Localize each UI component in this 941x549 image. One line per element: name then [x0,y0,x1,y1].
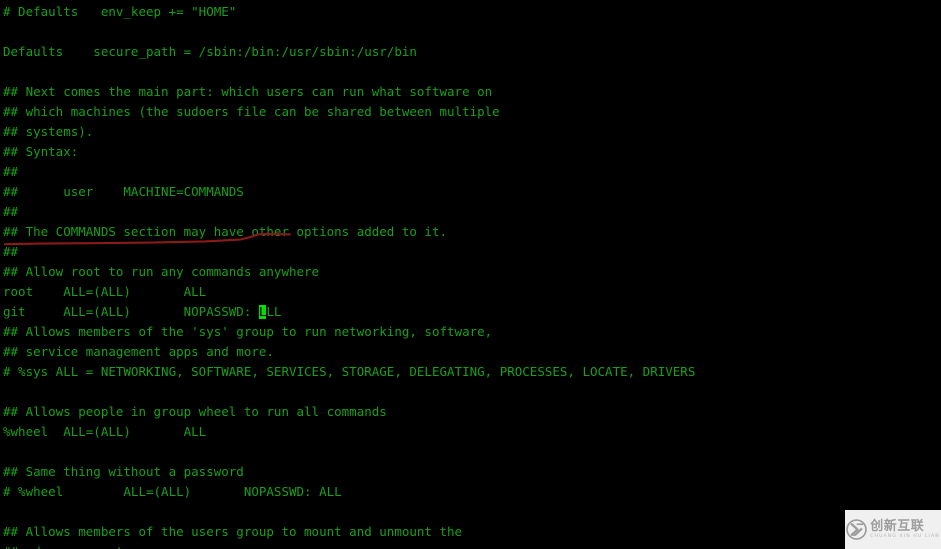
terminal-line: ## [3,244,19,259]
terminal-line: ## Allow root to run any commands anywhe… [3,264,320,279]
text-cursor: L [258,304,267,319]
terminal-line: ## [3,204,19,219]
terminal-line: # Defaults env_keep += "HOME" [3,4,237,19]
terminal-line: ## Syntax: [3,144,79,159]
terminal-line: # %wheel ALL=(ALL) NOPASSWD: ALL [3,484,342,499]
terminal-line: ## The COMMANDS section may have other o… [3,224,448,239]
terminal-line: ## which machines (the sudoers file can … [3,104,500,119]
terminal-screen[interactable]: # Defaults env_keep += "HOME" Defaults se… [0,0,941,549]
watermark: 创新互联 CHUANG XIN HU LIAN [845,510,941,549]
terminal-line: root ALL=(ALL) ALL [3,284,207,299]
terminal-line: Defaults secure_path = /sbin:/bin:/usr/s… [3,44,417,59]
terminal-line: ## service management apps and more. [3,344,274,359]
terminal-line: ## Next comes the main part: which users… [3,84,493,99]
terminal-line: ## Allows people in group wheel to run a… [3,404,387,419]
watermark-pinyin-text: CHUANG XIN HU LIAN [870,533,940,539]
terminal-line: ## [3,164,19,179]
terminal-line: ## Allows members of the 'sys' group to … [3,324,493,339]
terminal-line: ## user MACHINE=COMMANDS [3,184,244,199]
terminal-line: # %sys ALL = NETWORKING, SOFTWARE, SERVI… [3,364,696,379]
terminal-line: ## systems). [3,124,94,139]
circle-x-logo-icon [846,519,867,540]
terminal-line: %wheel ALL=(ALL) ALL [3,424,207,439]
terminal-line: ## Same thing without a password [3,464,244,479]
terminal-line: git ALL=(ALL) NOPASSWD: ALL [3,304,282,319]
watermark-chinese-text: 创新互联 [870,518,925,534]
terminal-line: ## Allows members of the users group to … [3,524,463,539]
terminal-line: ## cdrom as root [3,542,123,549]
